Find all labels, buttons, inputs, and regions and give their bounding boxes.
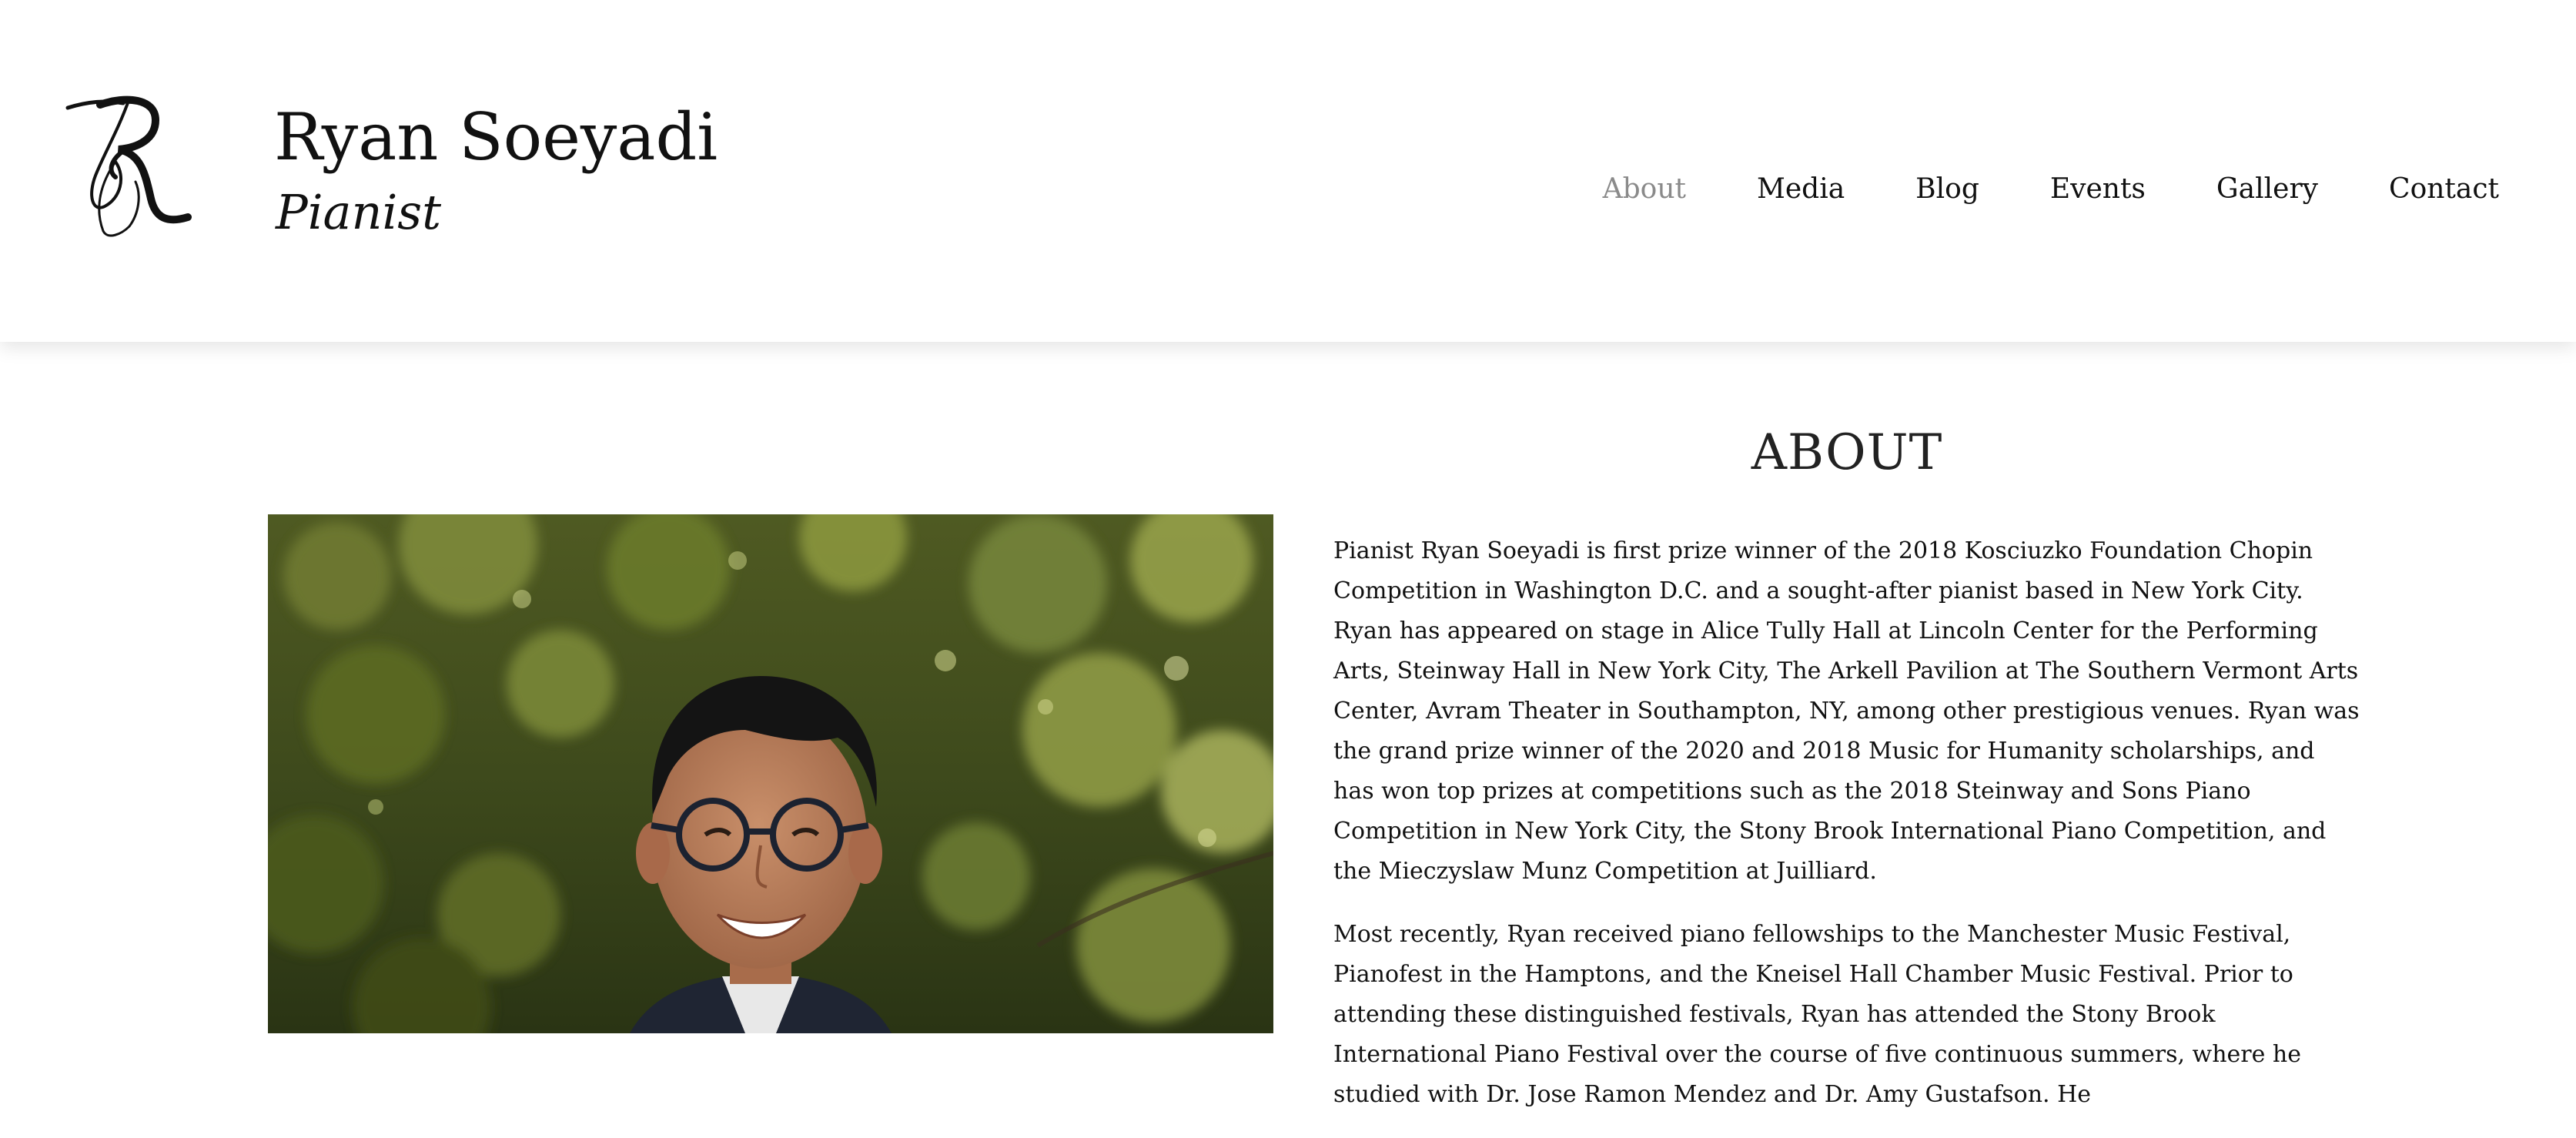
- site-title[interactable]: Ryan Soeyadi: [274, 99, 718, 176]
- bio-paragraph-2: Most recently, Ryan received piano fello…: [1333, 921, 2301, 1108]
- site-header: Ryan Soeyadi Pianist About Media Blog Ev…: [0, 0, 2576, 342]
- nav-contact[interactable]: Contact: [2389, 171, 2499, 208]
- about-bio: Pianist Ryan Soeyadi is first prize winn…: [1333, 531, 2360, 1138]
- nav-media[interactable]: Media: [1757, 171, 1845, 208]
- rs-monogram-icon[interactable]: [65, 91, 196, 242]
- site-tagline: Pianist: [276, 184, 442, 240]
- bio-paragraph-1: Pianist Ryan Soeyadi is first prize winn…: [1333, 537, 2360, 885]
- nav-gallery[interactable]: Gallery: [2216, 171, 2318, 208]
- nav-events[interactable]: Events: [2050, 171, 2146, 208]
- nav-about[interactable]: About: [1603, 171, 1686, 208]
- main-nav: About Media Blog Events Gallery Contact: [1603, 171, 2499, 208]
- about-heading: ABOUT: [1751, 424, 1943, 481]
- nav-blog[interactable]: Blog: [1915, 171, 1979, 208]
- portrait-photo: [268, 514, 1273, 1033]
